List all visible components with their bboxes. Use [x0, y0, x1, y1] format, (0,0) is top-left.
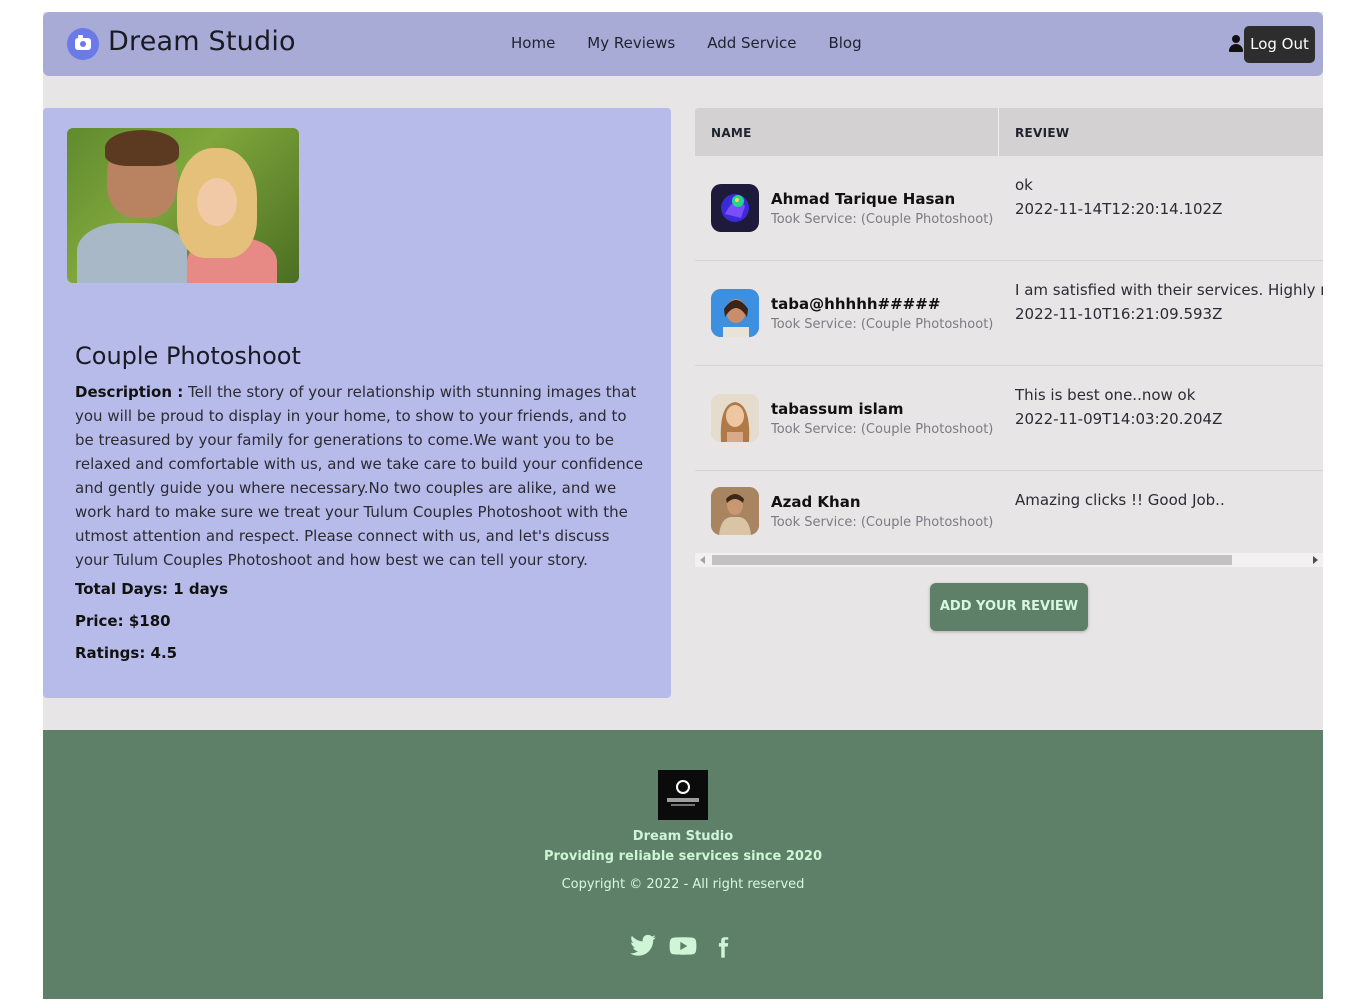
service-description: Description : Tell the story of your rel… — [75, 380, 645, 572]
user-icon — [1228, 35, 1244, 53]
reviewer-name: tabassum islam — [771, 400, 904, 418]
total-days: Total Days: 1 days — [75, 580, 229, 598]
add-review-button[interactable]: ADD YOUR REVIEW — [930, 583, 1088, 631]
camera-logo-icon[interactable] — [67, 28, 99, 60]
description-text: Tell the story of your relationship with… — [75, 383, 644, 569]
review-date: 2022-11-10T16:21:09.593Z — [1015, 305, 1223, 323]
logout-button[interactable]: Log Out — [1244, 26, 1315, 63]
table-header: NAME REVIEW — [695, 108, 1323, 156]
ratings: Ratings: 4.5 — [75, 644, 178, 662]
avatar — [711, 184, 759, 232]
nav-links: Home My Reviews Add Service Blog — [511, 34, 894, 52]
twitter-icon[interactable] — [629, 932, 657, 960]
footer-tagline: Providing reliable services since 2020 — [543, 849, 823, 864]
avatar — [711, 487, 759, 535]
table-row: tabassum islam Took Service: (Couple Pho… — [695, 366, 1323, 471]
scroll-left-icon[interactable] — [700, 556, 705, 564]
table-scrollbar[interactable] — [695, 553, 1323, 567]
review-date: 2022-11-09T14:03:20.204Z — [1015, 410, 1223, 428]
reviewer-service: Took Service: (Couple Photoshoot) — [771, 212, 994, 227]
description-label: Description : — [75, 383, 184, 401]
review-text: I am satisfied with their services. High… — [1015, 281, 1323, 299]
service-image — [67, 128, 299, 283]
reviewer-name: Azad Khan — [771, 493, 861, 511]
review-text: This is best one..now ok — [1015, 386, 1196, 404]
avatar — [711, 289, 759, 337]
column-header-review: REVIEW — [1015, 126, 1070, 140]
avatar — [711, 394, 759, 442]
service-title: Couple Photoshoot — [75, 342, 301, 370]
column-header-name: NAME — [711, 126, 752, 140]
review-text: ok — [1015, 176, 1033, 194]
footer-brand-name: Dream Studio — [632, 829, 734, 844]
reviewer-name: taba@hhhhh##### — [771, 295, 941, 313]
navbar: Dream Studio Home My Reviews Add Service… — [43, 12, 1323, 76]
reviewer-name: Ahmad Tarique Hasan — [771, 190, 956, 208]
studio-logo-icon — [658, 770, 708, 820]
review-date: 2022-11-14T12:20:14.102Z — [1015, 200, 1223, 218]
review-text: Amazing clicks !! Good Job.. — [1015, 491, 1225, 509]
nav-blog[interactable]: Blog — [828, 34, 861, 52]
reviewer-service: Took Service: (Couple Photoshoot) — [771, 515, 994, 530]
nav-home[interactable]: Home — [511, 34, 555, 52]
reviewer-service: Took Service: (Couple Photoshoot) — [771, 317, 994, 332]
scroll-thumb[interactable] — [712, 555, 1232, 565]
brand-name[interactable]: Dream Studio — [108, 26, 296, 57]
service-card: Couple Photoshoot Description : Tell the… — [43, 108, 671, 698]
price: Price: $180 — [75, 612, 171, 630]
page-wrapper: Dream Studio Home My Reviews Add Service… — [43, 12, 1323, 999]
reviewer-service: Took Service: (Couple Photoshoot) — [771, 422, 994, 437]
social-links — [629, 932, 739, 962]
footer: Dream Studio Providing reliable services… — [43, 730, 1323, 999]
facebook-icon[interactable] — [709, 932, 737, 960]
youtube-icon[interactable] — [669, 932, 697, 960]
scroll-right-icon[interactable] — [1313, 556, 1318, 564]
table-row: Ahmad Tarique Hasan Took Service: (Coupl… — [695, 156, 1323, 261]
table-row: taba@hhhhh##### Took Service: (Couple Ph… — [695, 261, 1323, 366]
nav-add-service[interactable]: Add Service — [707, 34, 796, 52]
footer-copyright: Copyright © 2022 - All right reserved — [561, 877, 805, 892]
nav-my-reviews[interactable]: My Reviews — [587, 34, 675, 52]
reviews-table: NAME REVIEW Ahmad Tarique Hasan Took Ser… — [695, 108, 1323, 570]
